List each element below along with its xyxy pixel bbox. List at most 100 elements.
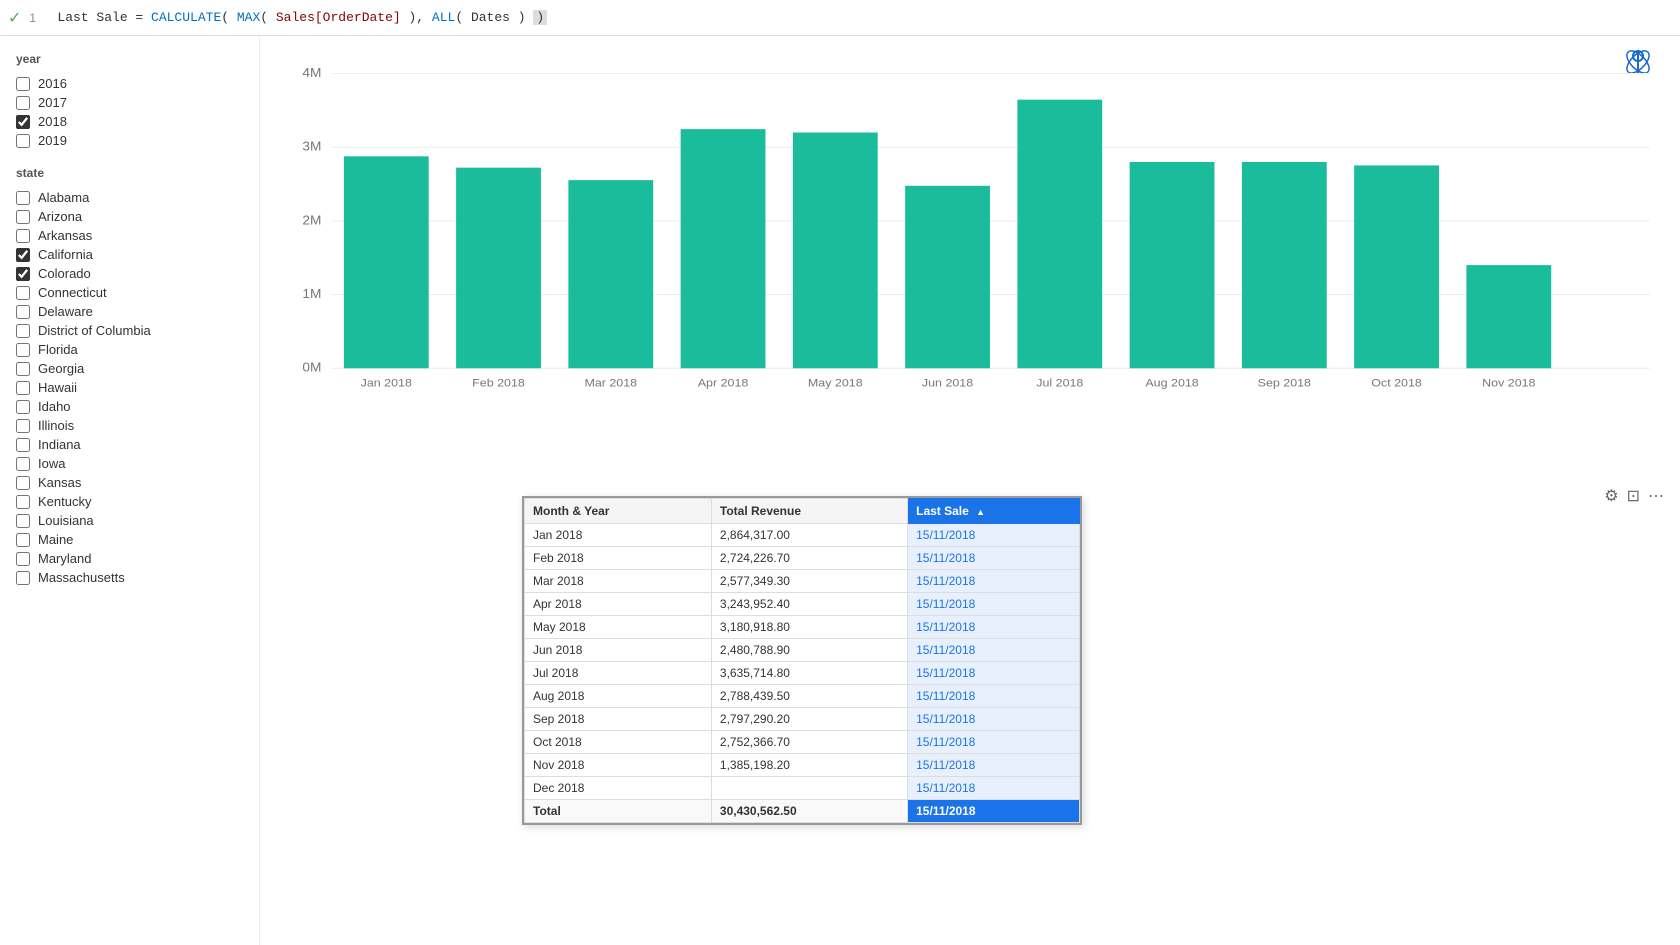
state-checkbox-maine[interactable] [16, 533, 30, 547]
state-label-hawaii: Hawaii [38, 380, 77, 395]
state-option-louisiana[interactable]: Louisiana [16, 511, 243, 530]
state-option-hawaii[interactable]: Hawaii [16, 378, 243, 397]
year-checkbox-2016[interactable] [16, 77, 30, 91]
state-checkbox-california[interactable] [16, 248, 30, 262]
data-table: Month & Year Total Revenue Last Sale ▲ J… [524, 498, 1080, 823]
col-header-month: Month & Year [525, 499, 712, 524]
state-checkbox-maryland[interactable] [16, 552, 30, 566]
state-checkbox-hawaii[interactable] [16, 381, 30, 395]
bar-jun[interactable] [905, 186, 990, 368]
bar-may[interactable] [793, 133, 878, 369]
year-option-2019[interactable]: 2019 [16, 131, 243, 150]
table-row: Nov 20181,385,198.2015/11/2018 [525, 754, 1080, 777]
formula-var: Last Sale = [57, 10, 151, 25]
state-option-alabama[interactable]: Alabama [16, 188, 243, 207]
state-checkbox-connecticut[interactable] [16, 286, 30, 300]
svg-text:Oct 2018: Oct 2018 [1371, 376, 1422, 389]
state-option-california[interactable]: California [16, 245, 243, 264]
state-checkbox-idaho[interactable] [16, 400, 30, 414]
svg-text:Aug 2018: Aug 2018 [1145, 376, 1199, 389]
cell-month: Jul 2018 [525, 662, 712, 685]
state-option-florida[interactable]: Florida [16, 340, 243, 359]
state-option-connecticut[interactable]: Connecticut [16, 283, 243, 302]
table-body: Jan 20182,864,317.0015/11/2018Feb 20182,… [525, 524, 1080, 800]
year-option-2018[interactable]: 2018 [16, 112, 243, 131]
state-option-district-of-columbia[interactable]: District of Columbia [16, 321, 243, 340]
svg-text:0M: 0M [302, 360, 321, 374]
formula-calculate: CALCULATE [151, 10, 221, 25]
formula-text: Last Sale = CALCULATE( MAX( Sales[OrderD… [57, 10, 547, 25]
state-checkbox-louisiana[interactable] [16, 514, 30, 528]
state-option-illinois[interactable]: Illinois [16, 416, 243, 435]
state-checkbox-florida[interactable] [16, 343, 30, 357]
state-option-idaho[interactable]: Idaho [16, 397, 243, 416]
state-checkbox-indiana[interactable] [16, 438, 30, 452]
bar-jan[interactable] [344, 156, 429, 368]
state-option-kentucky[interactable]: Kentucky [16, 492, 243, 511]
state-checkbox-arkansas[interactable] [16, 229, 30, 243]
year-checkbox-2017[interactable] [16, 96, 30, 110]
state-option-maine[interactable]: Maine [16, 530, 243, 549]
state-checkbox-delaware[interactable] [16, 305, 30, 319]
cell-last-sale: 15/11/2018 [908, 593, 1080, 616]
formula-table-col: Sales[OrderDate] [276, 10, 401, 25]
bar-apr[interactable] [681, 129, 766, 368]
svg-text:Jul 2018: Jul 2018 [1036, 376, 1084, 389]
year-option-2017[interactable]: 2017 [16, 93, 243, 112]
state-option-arkansas[interactable]: Arkansas [16, 226, 243, 245]
more-icon[interactable]: ⋯ [1648, 486, 1664, 506]
table-row: Jun 20182,480,788.9015/11/2018 [525, 639, 1080, 662]
state-checkbox-georgia[interactable] [16, 362, 30, 376]
state-checkbox-colorado[interactable] [16, 267, 30, 281]
cell-month: Aug 2018 [525, 685, 712, 708]
state-option-arizona[interactable]: Arizona [16, 207, 243, 226]
state-label-district-of-columbia: District of Columbia [38, 323, 151, 338]
year-checkbox-2019[interactable] [16, 134, 30, 148]
col-header-lastsale[interactable]: Last Sale ▲ [908, 499, 1080, 524]
bar-feb[interactable] [456, 168, 541, 369]
focus-icon[interactable]: ⊡ [1627, 486, 1640, 506]
cell-last-sale: 15/11/2018 [908, 547, 1080, 570]
formula-line-number: 1 [29, 11, 49, 25]
table-row: May 20183,180,918.8015/11/2018 [525, 616, 1080, 639]
svg-text:2M: 2M [302, 213, 321, 227]
state-checkbox-district-of-columbia[interactable] [16, 324, 30, 338]
state-checkbox-alabama[interactable] [16, 191, 30, 205]
state-option-iowa[interactable]: Iowa [16, 454, 243, 473]
state-checkbox-illinois[interactable] [16, 419, 30, 433]
state-label-louisiana: Louisiana [38, 513, 94, 528]
state-checkbox-massachusetts[interactable] [16, 571, 30, 585]
bar-sep[interactable] [1242, 162, 1327, 368]
cell-month: Apr 2018 [525, 593, 712, 616]
state-option-georgia[interactable]: Georgia [16, 359, 243, 378]
state-label-massachusetts: Massachusetts [38, 570, 125, 585]
state-label-colorado: Colorado [38, 266, 91, 281]
bar-oct[interactable] [1354, 165, 1439, 368]
chart-toolbar: ⚙ ⊡ ⋯ [1604, 486, 1664, 506]
state-checkbox-kansas[interactable] [16, 476, 30, 490]
cell-month: Oct 2018 [525, 731, 712, 754]
state-option-kansas[interactable]: Kansas [16, 473, 243, 492]
content-area: 4M 3M 2M 1M 0M Jan 2018 [260, 36, 1680, 945]
bar-aug[interactable] [1130, 162, 1215, 368]
state-option-indiana[interactable]: Indiana [16, 435, 243, 454]
cell-last-sale: 15/11/2018 [908, 708, 1080, 731]
year-checkbox-2018[interactable] [16, 115, 30, 129]
state-option-massachusetts[interactable]: Massachusetts [16, 568, 243, 587]
table-header-row: Month & Year Total Revenue Last Sale ▲ [525, 499, 1080, 524]
state-option-delaware[interactable]: Delaware [16, 302, 243, 321]
cell-last-sale: 15/11/2018 [908, 731, 1080, 754]
year-option-2016[interactable]: 2016 [16, 74, 243, 93]
bar-jul[interactable] [1017, 100, 1102, 369]
cell-last-sale: 15/11/2018 [908, 754, 1080, 777]
state-checkbox-kentucky[interactable] [16, 495, 30, 509]
state-option-colorado[interactable]: Colorado [16, 264, 243, 283]
state-checkbox-iowa[interactable] [16, 457, 30, 471]
filter-icon[interactable]: ⚙ [1604, 486, 1618, 506]
state-label-arkansas: Arkansas [38, 228, 92, 243]
formula-checkmark[interactable]: ✓ [8, 8, 21, 28]
bar-nov[interactable] [1466, 265, 1551, 368]
state-option-maryland[interactable]: Maryland [16, 549, 243, 568]
bar-mar[interactable] [568, 180, 653, 368]
state-checkbox-arizona[interactable] [16, 210, 30, 224]
